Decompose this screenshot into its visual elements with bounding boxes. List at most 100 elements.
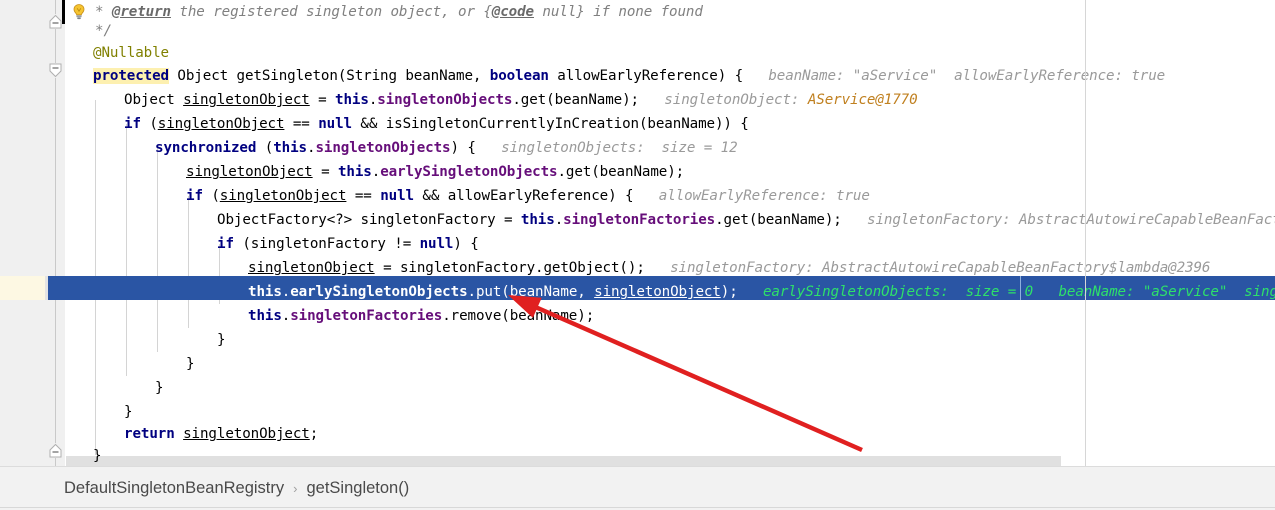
code-token: .remove(beanName); [442, 308, 595, 324]
code-line[interactable]: singletonObject = this.earlySingletonObj… [65, 160, 684, 184]
code-token: singletonObject [183, 426, 310, 442]
code-token: protected [93, 68, 169, 84]
code-token: } [93, 448, 102, 464]
code-token: = [312, 164, 338, 180]
code-token: this [273, 140, 307, 156]
code-token: */ [95, 23, 112, 39]
code-token: this [337, 164, 372, 180]
code-token: beanName: "aService" allowEarlyReference… [743, 68, 1166, 84]
fold-marker-collapse-end[interactable] [48, 443, 63, 458]
lightbulb-icon[interactable] [70, 3, 88, 21]
code-token: singletonObject [219, 188, 347, 204]
code-token: == [284, 116, 319, 132]
code-token: . [368, 92, 378, 108]
breadcrumb-item[interactable]: DefaultSingletonBeanRegistry [64, 479, 284, 498]
code-token: singletonFactory: AbstractAutowireCapabl… [644, 260, 1211, 276]
code-token: earlySingletonObjects [380, 164, 558, 180]
code-token: .get(beanName); [512, 92, 639, 108]
code-token: ( [140, 116, 158, 132]
annotation-strip[interactable] [0, 0, 45, 466]
breadcrumb-separator: › [293, 481, 298, 496]
code-token: . [281, 284, 291, 300]
code-line[interactable]: } [65, 376, 164, 400]
code-token: Object [124, 92, 184, 108]
code-token: singletonFactories [290, 308, 443, 324]
code-token: @code [491, 4, 534, 20]
code-token: null [419, 236, 454, 252]
code-token: singletonObject [183, 92, 310, 108]
code-line[interactable]: */ [65, 19, 112, 43]
code-token: = [309, 92, 336, 108]
code-token: . [554, 212, 564, 228]
code-token: null [380, 188, 414, 204]
code-token: if [217, 236, 234, 252]
code-token: singletonObject: [638, 92, 808, 108]
horizontal-scrollbar-thumb[interactable] [66, 456, 1061, 466]
code-token: beanName: "aService" singleton [1058, 284, 1275, 300]
code-token: @Nullable [93, 45, 169, 61]
code-token: if [186, 188, 203, 204]
code-token: && allowEarlyReference) { [413, 188, 634, 204]
code-line[interactable]: synchronized (this.singletonObjects) { s… [65, 136, 738, 160]
code-token: null [318, 116, 352, 132]
code-token: singletonObjects [315, 140, 451, 156]
code-token: AService@1770 [807, 92, 918, 108]
code-line[interactable]: if (singletonObject == null && isSinglet… [65, 112, 749, 136]
code-line[interactable]: * @return the registered singleton objec… [65, 0, 703, 24]
code-token: null} if none found [533, 4, 703, 20]
code-editor[interactable]: * @return the registered singleton objec… [0, 0, 1275, 466]
code-token: singletonObject [186, 164, 313, 180]
code-token: ObjectFactory<?> singletonFactory = [217, 212, 521, 228]
code-line[interactable]: return singletonObject; [65, 422, 318, 446]
code-token: allowEarlyReference: true [633, 188, 870, 204]
code-line[interactable]: this.singletonFactories.remove(beanName)… [65, 304, 594, 328]
code-token: singletonObject [594, 284, 721, 300]
code-token: singletonObjects: size = 12 [475, 140, 738, 156]
code-token: ; [309, 426, 319, 442]
code-token: the registered singleton object, or { [170, 4, 492, 20]
code-token: this [335, 92, 369, 108]
code-line[interactable]: } [65, 400, 133, 424]
code-token: singletonObject [248, 260, 375, 276]
code-line[interactable]: } [65, 328, 226, 352]
code-token: singletonObject [157, 116, 285, 132]
code-token: . [371, 164, 381, 180]
code-token: } [186, 356, 195, 372]
fold-gutter[interactable] [45, 0, 65, 466]
code-line[interactable]: Object singletonObject = this.singletonO… [65, 88, 918, 112]
code-line[interactable]: if (singletonObject == null && allowEarl… [65, 184, 870, 208]
code-token: ); [720, 284, 738, 300]
fold-marker-collapse-end[interactable] [48, 14, 63, 29]
fold-marker-collapse-start[interactable] [48, 63, 63, 78]
code-token: if [124, 116, 141, 132]
code-token: Object getSingleton(String beanName, [168, 68, 490, 84]
code-token: singletonFactories [563, 212, 716, 228]
code-token: .get(beanName); [557, 164, 685, 180]
code-token: boolean [489, 68, 549, 84]
code-line[interactable]: @Nullable [65, 41, 169, 65]
code-token: } [217, 332, 226, 348]
code-token: .get(beanName); [715, 212, 842, 228]
code-token: ( [202, 188, 220, 204]
code-line[interactable]: ObjectFactory<?> singletonFactory = this… [65, 208, 1275, 232]
code-token: * [95, 4, 112, 20]
code-token: this [248, 284, 282, 300]
code-line[interactable]: protected Object getSingleton(String bea… [65, 64, 1165, 88]
code-line[interactable]: } [65, 352, 195, 376]
code-token: return [124, 426, 175, 442]
code-token: ) { [450, 140, 476, 156]
code-token: singletonObjects [377, 92, 513, 108]
ide-editor-screen: * @return the registered singleton objec… [0, 0, 1275, 510]
right-margin-guide [1085, 0, 1086, 466]
code-text-area[interactable]: * @return the registered singleton objec… [65, 0, 1275, 466]
window-bottom-divider [0, 507, 1275, 508]
code-token: earlySingletonObjects [290, 284, 468, 300]
breadcrumb-item[interactable]: getSingleton() [306, 479, 409, 498]
breadcrumb-bar: DefaultSingletonBeanRegistry › getSingleto… [0, 466, 1275, 510]
breadcrumb[interactable]: DefaultSingletonBeanRegistry › getSingleto… [64, 467, 409, 510]
code-token: earlySingletonObjects: size = 0 [737, 284, 1042, 300]
code-token: .put(beanName, [467, 284, 595, 300]
code-line[interactable]: if (singletonFactory != null) { [65, 232, 479, 256]
code-token: . [281, 308, 291, 324]
